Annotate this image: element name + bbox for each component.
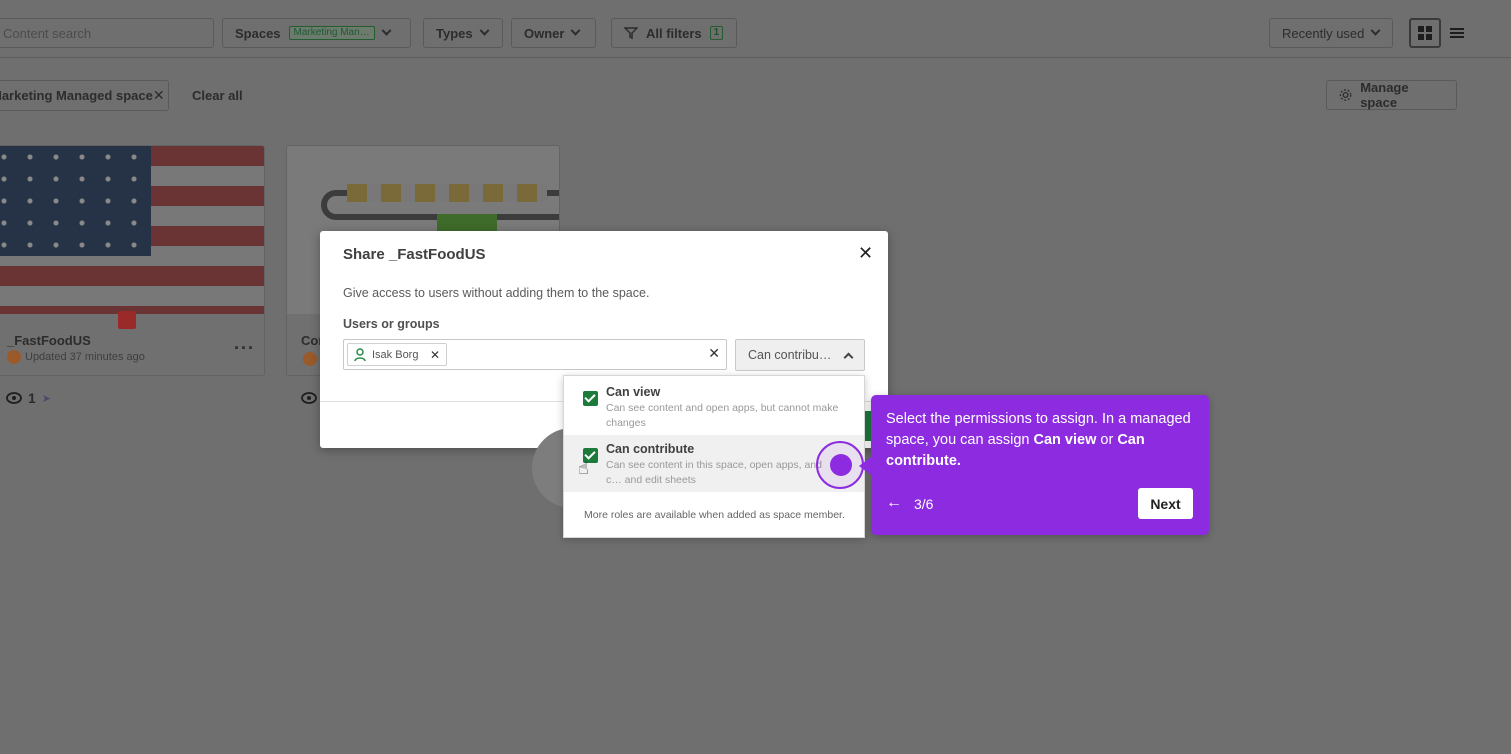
option-description: Can see content in this space, open apps… bbox=[606, 459, 822, 486]
filter-icon bbox=[624, 27, 638, 40]
types-label: Types bbox=[436, 25, 473, 41]
content-search-input[interactable]: Content search bbox=[0, 18, 214, 48]
card-title: _FastFoodUS bbox=[7, 333, 91, 348]
users-input[interactable]: Isak Borg ✕ ✕ bbox=[343, 339, 727, 370]
clear-input-icon[interactable]: ✕ bbox=[708, 345, 720, 362]
owner-filter-button[interactable]: Owner bbox=[511, 18, 596, 48]
close-icon[interactable]: ✕ bbox=[858, 243, 873, 264]
all-filters-button[interactable]: All filters 1 bbox=[611, 18, 737, 48]
chevron-down-icon bbox=[479, 25, 490, 36]
chevron-down-icon bbox=[1370, 25, 1381, 36]
hand-cursor-icon: ☝ bbox=[578, 458, 589, 478]
sort-dropdown[interactable]: Recently used bbox=[1269, 18, 1393, 48]
dialog-description: Give access to users without adding them… bbox=[343, 286, 650, 300]
search-placeholder: Content search bbox=[3, 25, 92, 41]
grid-icon bbox=[1418, 26, 1432, 40]
option-title: Can view bbox=[606, 385, 661, 399]
user-icon bbox=[354, 347, 366, 361]
option-title: Can contribute bbox=[606, 442, 695, 456]
app-type-icon bbox=[118, 311, 136, 329]
permission-value: Can contribu… bbox=[748, 348, 832, 362]
manage-space-label: Manage space bbox=[1360, 80, 1409, 110]
next-button[interactable]: Next bbox=[1138, 488, 1193, 519]
spaces-selected-tag: Marketing Man… bbox=[288, 26, 375, 40]
types-filter-button[interactable]: Types bbox=[423, 18, 503, 48]
spaces-label: Spaces bbox=[235, 25, 281, 41]
space-filter-chip: Marketing Managed space ✕ bbox=[0, 80, 169, 111]
permission-select[interactable]: Can contribu… bbox=[735, 339, 865, 371]
card-subtitle-row: Updated 37 minutes ago bbox=[7, 350, 145, 364]
dialog-title: Share _FastFoodUS bbox=[343, 246, 486, 263]
avatar bbox=[7, 350, 21, 364]
users-label: Users or groups bbox=[343, 317, 440, 331]
views-count: 1 bbox=[28, 390, 36, 406]
dropdown-footer: More roles are available when added as s… bbox=[584, 509, 845, 521]
manage-space-button[interactable]: Manage space bbox=[1326, 80, 1457, 110]
chip-label: Marketing Managed space bbox=[0, 88, 153, 103]
tour-step: 3/6 bbox=[914, 496, 934, 512]
clear-all-link[interactable]: Clear all bbox=[192, 88, 243, 103]
all-filters-label: All filters bbox=[646, 25, 702, 41]
sort-label: Recently used bbox=[1282, 25, 1365, 41]
gear-icon bbox=[1339, 89, 1352, 101]
user-chip: Isak Borg ✕ bbox=[347, 343, 447, 366]
list-icon bbox=[1450, 28, 1464, 38]
option-can-view[interactable]: Can view Can see content and open apps, … bbox=[564, 376, 864, 435]
list-view-button[interactable] bbox=[1441, 18, 1473, 48]
close-icon[interactable]: ✕ bbox=[153, 87, 165, 104]
avatar bbox=[303, 352, 317, 366]
grid-view-button[interactable] bbox=[1409, 18, 1441, 48]
card-subtitle: Updated 37 minutes ago bbox=[25, 351, 145, 363]
tour-target-dot bbox=[830, 454, 852, 476]
tour-text-2: or bbox=[1096, 432, 1118, 448]
spaces-filter-button[interactable]: Spaces Marketing Man… bbox=[222, 18, 411, 48]
chevron-down-icon bbox=[571, 25, 581, 36]
card-thumbnail bbox=[0, 146, 264, 314]
chevron-up-icon bbox=[843, 352, 854, 362]
play-icon: ➤ bbox=[41, 392, 52, 405]
option-description: Can see content and open apps, but canno… bbox=[606, 402, 839, 429]
eye-icon bbox=[301, 392, 317, 404]
remove-user-icon[interactable]: ✕ bbox=[430, 348, 440, 362]
card-views: 1 ➤ bbox=[6, 390, 51, 406]
divider bbox=[0, 57, 1511, 58]
owner-label: Owner bbox=[524, 25, 565, 41]
eye-icon bbox=[6, 392, 22, 404]
back-arrow-icon[interactable]: ← bbox=[886, 494, 902, 512]
more-options-icon[interactable]: ··· bbox=[234, 338, 255, 359]
tour-text-bold-1: Can view bbox=[1033, 432, 1097, 448]
app-card[interactable]: _FastFoodUS Updated 37 minutes ago ··· bbox=[0, 145, 265, 376]
user-chip-label: Isak Borg bbox=[372, 348, 419, 361]
tour-popover: Select the permissions to assign. In a m… bbox=[859, 395, 1209, 535]
tour-text: Select the permissions to assign. In a m… bbox=[886, 409, 1196, 472]
filter-count-badge: 1 bbox=[709, 26, 724, 40]
checkbox-checked-icon bbox=[583, 391, 598, 406]
chevron-down-icon bbox=[381, 25, 392, 36]
